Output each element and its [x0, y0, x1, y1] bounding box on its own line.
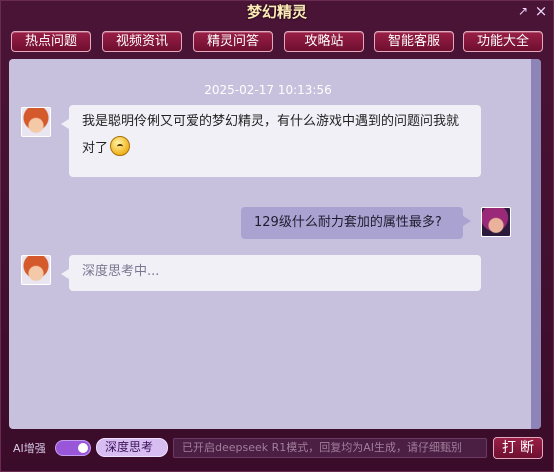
chat-scrollbar[interactable]	[531, 59, 541, 429]
bot-message: 我是聪明伶俐又可爱的梦幻精灵，有什么游戏中遇到的问题问我就对了	[61, 105, 481, 177]
bot-message-text: 我是聪明伶俐又可爱的梦幻精灵，有什么游戏中遇到的问题问我就对了	[82, 114, 460, 156]
message-timestamp: 2025-02-17 10:13:56	[204, 83, 332, 97]
input-bar: AI增强 深度思考 已开启deepseek R1模式，回复均为AI生成，请仔细甄…	[9, 437, 547, 459]
toggle-knob	[78, 443, 88, 453]
tab-video-news[interactable]: 视频资讯	[102, 31, 182, 52]
bot-avatar	[21, 255, 51, 285]
tab-sprite-qa[interactable]: 精灵问答	[193, 31, 273, 52]
thinking-text: 深度思考中...	[82, 264, 160, 279]
deep-think-button[interactable]: 深度思考	[96, 438, 168, 457]
tab-strategy[interactable]: 攻略站	[284, 31, 364, 52]
deep-think-label: 深度思考	[105, 440, 154, 454]
ai-enhance-toggle[interactable]	[55, 440, 91, 456]
tab-smart-support[interactable]: 智能客服	[374, 31, 454, 52]
title-bar: 梦幻精灵 ↗ ×	[1, 1, 553, 23]
restore-icon[interactable]: ↗	[515, 3, 531, 19]
smiley-icon	[110, 136, 131, 156]
chat-panel: 2025-02-17 10:13:56 我是聪明伶俐又可爱的梦幻精灵，有什么游戏…	[9, 59, 541, 429]
interrupt-button[interactable]: 打断	[493, 437, 543, 459]
bot-avatar	[21, 107, 51, 137]
window-title: 梦幻精灵	[246, 3, 307, 21]
close-icon[interactable]: ×	[533, 3, 549, 19]
tab-features[interactable]: 功能大全	[463, 31, 543, 52]
user-message: 129级什么耐力套加的属性最多?	[241, 207, 471, 239]
bot-thinking-message: 深度思考中...	[61, 255, 481, 291]
chat-input[interactable]: 已开启deepseek R1模式，回复均为AI生成，请仔细甄别	[173, 438, 487, 458]
tab-hot-questions[interactable]: 热点问题	[11, 31, 91, 52]
user-message-text: 129级什么耐力套加的属性最多?	[254, 215, 442, 230]
nav-tabs: 热点问题 视频资讯 精灵问答 攻略站 智能客服 功能大全	[11, 31, 545, 53]
user-avatar	[481, 207, 511, 237]
game-assistant-window: 梦幻精灵 ↗ × 热点问题 视频资讯 精灵问答 攻略站 智能客服 功能大全 20…	[0, 0, 554, 472]
ai-enhance-label: AI增强	[13, 442, 46, 455]
